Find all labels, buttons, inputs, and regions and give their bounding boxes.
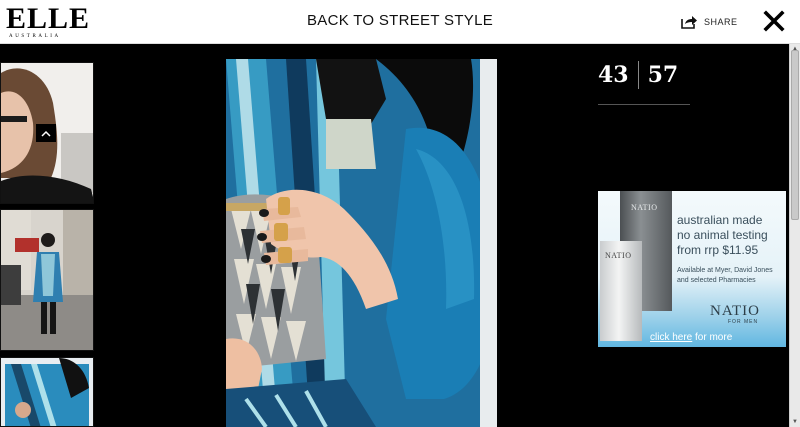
share-button[interactable]: SHARE [681, 13, 738, 31]
logo-text: ELLE [6, 2, 91, 35]
close-button[interactable] [762, 9, 786, 33]
ad-headline-3: from rrp $11.95 [677, 243, 759, 257]
ad-brand-subtitle: FOR MEN [728, 319, 759, 325]
chevron-up-icon [41, 130, 51, 137]
counter-divider [637, 61, 639, 89]
thumbnail-scroll-up-button[interactable] [36, 124, 56, 142]
share-label: SHARE [704, 17, 738, 27]
thumbnail-strip [0, 62, 94, 427]
counter-underline [598, 104, 690, 105]
thumbnail-2-image [1, 210, 93, 350]
thumbnail-3-image [1, 358, 93, 426]
gallery-counter: 43 57 [598, 60, 678, 90]
main-gallery-photo [226, 59, 497, 427]
page-scrollbar[interactable]: ▲ ▼ [789, 44, 800, 427]
ad-headline-1: australian made [677, 213, 763, 227]
scroll-down-arrow[interactable]: ▼ [790, 417, 800, 427]
ad-availability-2: and selected Pharmacies [677, 277, 756, 284]
ad-click-here-link[interactable]: click here for more [650, 332, 732, 343]
natio-advertisement[interactable]: NATIO NATIO australian made no animal te… [598, 191, 786, 347]
ad-click-here-text: click here [650, 332, 693, 343]
ad-brand-logo: NATIO [710, 303, 760, 319]
current-slide-number: 43 [598, 62, 629, 88]
back-to-street-style-link[interactable]: BACK TO STREET STYLE [307, 12, 493, 29]
total-slide-number: 57 [647, 62, 679, 88]
close-icon [763, 10, 785, 32]
thumbnail-2[interactable] [0, 209, 94, 351]
back-to-street-style-container: BACK TO STREET STYLE [0, 12, 800, 29]
product-tube-light: NATIO [600, 241, 642, 341]
elle-logo[interactable]: ELLE AUSTRALIA [6, 2, 91, 40]
ad-headline-2: no animal testing [677, 228, 768, 242]
header-bar: ELLE AUSTRALIA BACK TO STREET STYLE SHAR… [0, 0, 800, 44]
tube1-brand: NATIO [631, 203, 658, 212]
ad-availability-1: Available at Myer, David Jones [677, 267, 773, 274]
tube2-brand: NATIO [605, 251, 632, 260]
thumbnail-3[interactable] [0, 357, 94, 427]
share-icon [681, 16, 697, 29]
scroll-thumb[interactable] [791, 50, 799, 220]
gallery-photo-image [226, 59, 497, 427]
ad-for-more-text: for more [692, 332, 733, 343]
